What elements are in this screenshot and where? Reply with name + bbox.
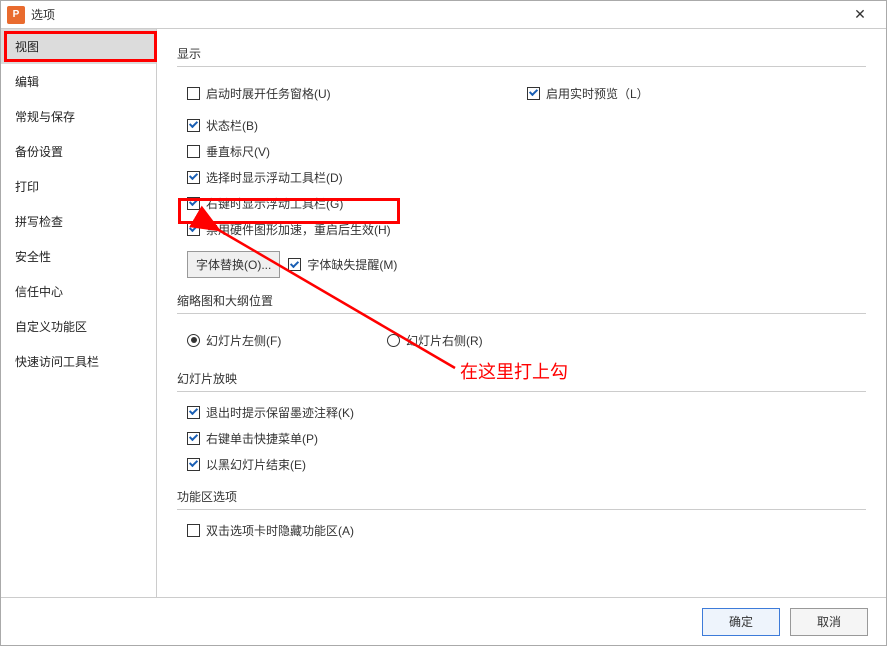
- sidebar-item-qat[interactable]: 快速访问工具栏: [1, 344, 156, 379]
- sidebar-item-label: 打印: [15, 180, 39, 194]
- app-icon: P: [7, 6, 25, 24]
- sidebar-item-label: 备份设置: [15, 145, 63, 159]
- sidebar-item-print[interactable]: 打印: [1, 169, 156, 204]
- option-label: 幻灯片左侧(F): [206, 332, 281, 349]
- option-thumb-right[interactable]: 幻灯片右侧(R): [387, 330, 866, 350]
- font-row: 字体替换(O)... 字体缺失提醒(M): [187, 251, 866, 278]
- option-black-end[interactable]: 以黑幻灯片结束(E): [187, 454, 866, 474]
- option-exit-ink[interactable]: 退出时提示保留墨迹注释(K): [187, 402, 866, 422]
- option-realtime-preview[interactable]: 启用实时预览（L）: [527, 83, 866, 103]
- checkbox-icon: [187, 524, 200, 537]
- checkbox-icon: [187, 223, 200, 236]
- checkbox-icon: [187, 432, 200, 445]
- option-label: 右键单击快捷菜单(P): [206, 430, 318, 447]
- button-label: 确定: [729, 613, 753, 630]
- sidebar-item-trust-center[interactable]: 信任中心: [1, 274, 156, 309]
- divider: [177, 66, 866, 67]
- option-status-bar[interactable]: 状态栏(B): [187, 115, 866, 135]
- option-vertical-ruler[interactable]: 垂直标尺(V): [187, 141, 866, 161]
- font-replace-button[interactable]: 字体替换(O)...: [187, 251, 280, 278]
- option-disable-hw-accel[interactable]: 禁用硬件图形加速，重启后生效(H): [187, 219, 866, 239]
- checkbox-icon: [187, 119, 200, 132]
- divider: [177, 509, 866, 510]
- window-title: 选项: [31, 6, 840, 23]
- section-title-display: 显示: [177, 45, 866, 62]
- option-select-float-toolbar[interactable]: 选择时显示浮动工具栏(D): [187, 167, 866, 187]
- option-label: 启动时展开任务窗格(U): [206, 85, 331, 102]
- checkbox-icon: [187, 171, 200, 184]
- sidebar-item-label: 安全性: [15, 250, 51, 264]
- option-thumb-left[interactable]: 幻灯片左侧(F): [187, 330, 377, 350]
- options-dialog: P 选项 ✕ 视图 编辑 常规与保存 备份设置 打印 拼写检查 安全性 信任中心…: [0, 0, 887, 646]
- option-label: 选择时显示浮动工具栏(D): [206, 169, 343, 186]
- radio-icon: [387, 334, 400, 347]
- sidebar-item-label: 快速访问工具栏: [15, 355, 99, 369]
- option-label: 双击选项卡时隐藏功能区(A): [206, 522, 354, 539]
- ok-button[interactable]: 确定: [702, 608, 780, 636]
- option-label: 禁用硬件图形加速，重启后生效(H): [206, 221, 391, 238]
- sidebar-item-label: 编辑: [15, 75, 39, 89]
- content-pane: 显示 启动时展开任务窗格(U) 启用实时预览（L）: [157, 29, 886, 597]
- section-title-ribbon: 功能区选项: [177, 488, 866, 505]
- sidebar-item-label: 信任中心: [15, 285, 63, 299]
- option-label: 以黑幻灯片结束(E): [206, 456, 306, 473]
- option-label: 状态栏(B): [206, 117, 258, 134]
- option-label: 垂直标尺(V): [206, 143, 270, 160]
- section-display: 显示 启动时展开任务窗格(U) 启用实时预览（L）: [177, 45, 866, 278]
- checkbox-icon: [187, 458, 200, 471]
- sidebar-item-spelling[interactable]: 拼写检查: [1, 204, 156, 239]
- radio-icon: [187, 334, 200, 347]
- sidebar-item-security[interactable]: 安全性: [1, 239, 156, 274]
- option-rclick-menu[interactable]: 右键单击快捷菜单(P): [187, 428, 866, 448]
- sidebar-item-label: 常规与保存: [15, 110, 75, 124]
- divider: [177, 313, 866, 314]
- sidebar-item-label: 拼写检查: [15, 215, 63, 229]
- option-label: 右键时显示浮动工具栏(G): [206, 195, 343, 212]
- option-dblclick-hide-ribbon[interactable]: 双击选项卡时隐藏功能区(A): [187, 520, 866, 540]
- button-label: 取消: [817, 613, 841, 630]
- checkbox-icon: [527, 87, 540, 100]
- sidebar: 视图 编辑 常规与保存 备份设置 打印 拼写检查 安全性 信任中心 自定义功能区…: [1, 29, 157, 597]
- close-button[interactable]: ✕: [840, 2, 880, 28]
- sidebar-item-label: 视图: [15, 40, 39, 54]
- cancel-button[interactable]: 取消: [790, 608, 868, 636]
- sidebar-item-general-save[interactable]: 常规与保存: [1, 99, 156, 134]
- sidebar-item-custom-ribbon[interactable]: 自定义功能区: [1, 309, 156, 344]
- dialog-body: 视图 编辑 常规与保存 备份设置 打印 拼写检查 安全性 信任中心 自定义功能区…: [1, 29, 886, 597]
- titlebar: P 选项 ✕: [1, 1, 886, 29]
- option-font-missing[interactable]: 字体缺失提醒(M): [307, 256, 397, 273]
- option-label: 启用实时预览（L）: [546, 85, 649, 102]
- option-label: 退出时提示保留墨迹注释(K): [206, 404, 354, 421]
- section-slideshow: 幻灯片放映 退出时提示保留墨迹注释(K) 右键单击快捷菜单(P) 以黑幻灯片结束…: [177, 370, 866, 474]
- section-title-thumb: 缩略图和大纲位置: [177, 292, 866, 309]
- sidebar-item-backup[interactable]: 备份设置: [1, 134, 156, 169]
- section-title-slideshow: 幻灯片放映: [177, 370, 866, 387]
- option-rclick-float-toolbar[interactable]: 右键时显示浮动工具栏(G): [187, 193, 866, 213]
- divider: [177, 391, 866, 392]
- checkbox-icon: [187, 87, 200, 100]
- sidebar-item-label: 自定义功能区: [15, 320, 87, 334]
- option-startup-pane[interactable]: 启动时展开任务窗格(U): [187, 83, 517, 103]
- close-icon: ✕: [854, 6, 866, 23]
- checkbox-icon: [187, 406, 200, 419]
- checkbox-icon: [187, 197, 200, 210]
- checkbox-icon: [288, 258, 301, 271]
- sidebar-item-edit[interactable]: 编辑: [1, 64, 156, 99]
- checkbox-icon: [187, 145, 200, 158]
- option-label: 幻灯片右侧(R): [406, 332, 483, 349]
- section-ribbon: 功能区选项 双击选项卡时隐藏功能区(A): [177, 488, 866, 540]
- dialog-footer: 确定 取消: [1, 597, 886, 645]
- section-thumb: 缩略图和大纲位置 幻灯片左侧(F) 幻灯片右侧(R): [177, 292, 866, 356]
- sidebar-item-view[interactable]: 视图: [1, 29, 156, 64]
